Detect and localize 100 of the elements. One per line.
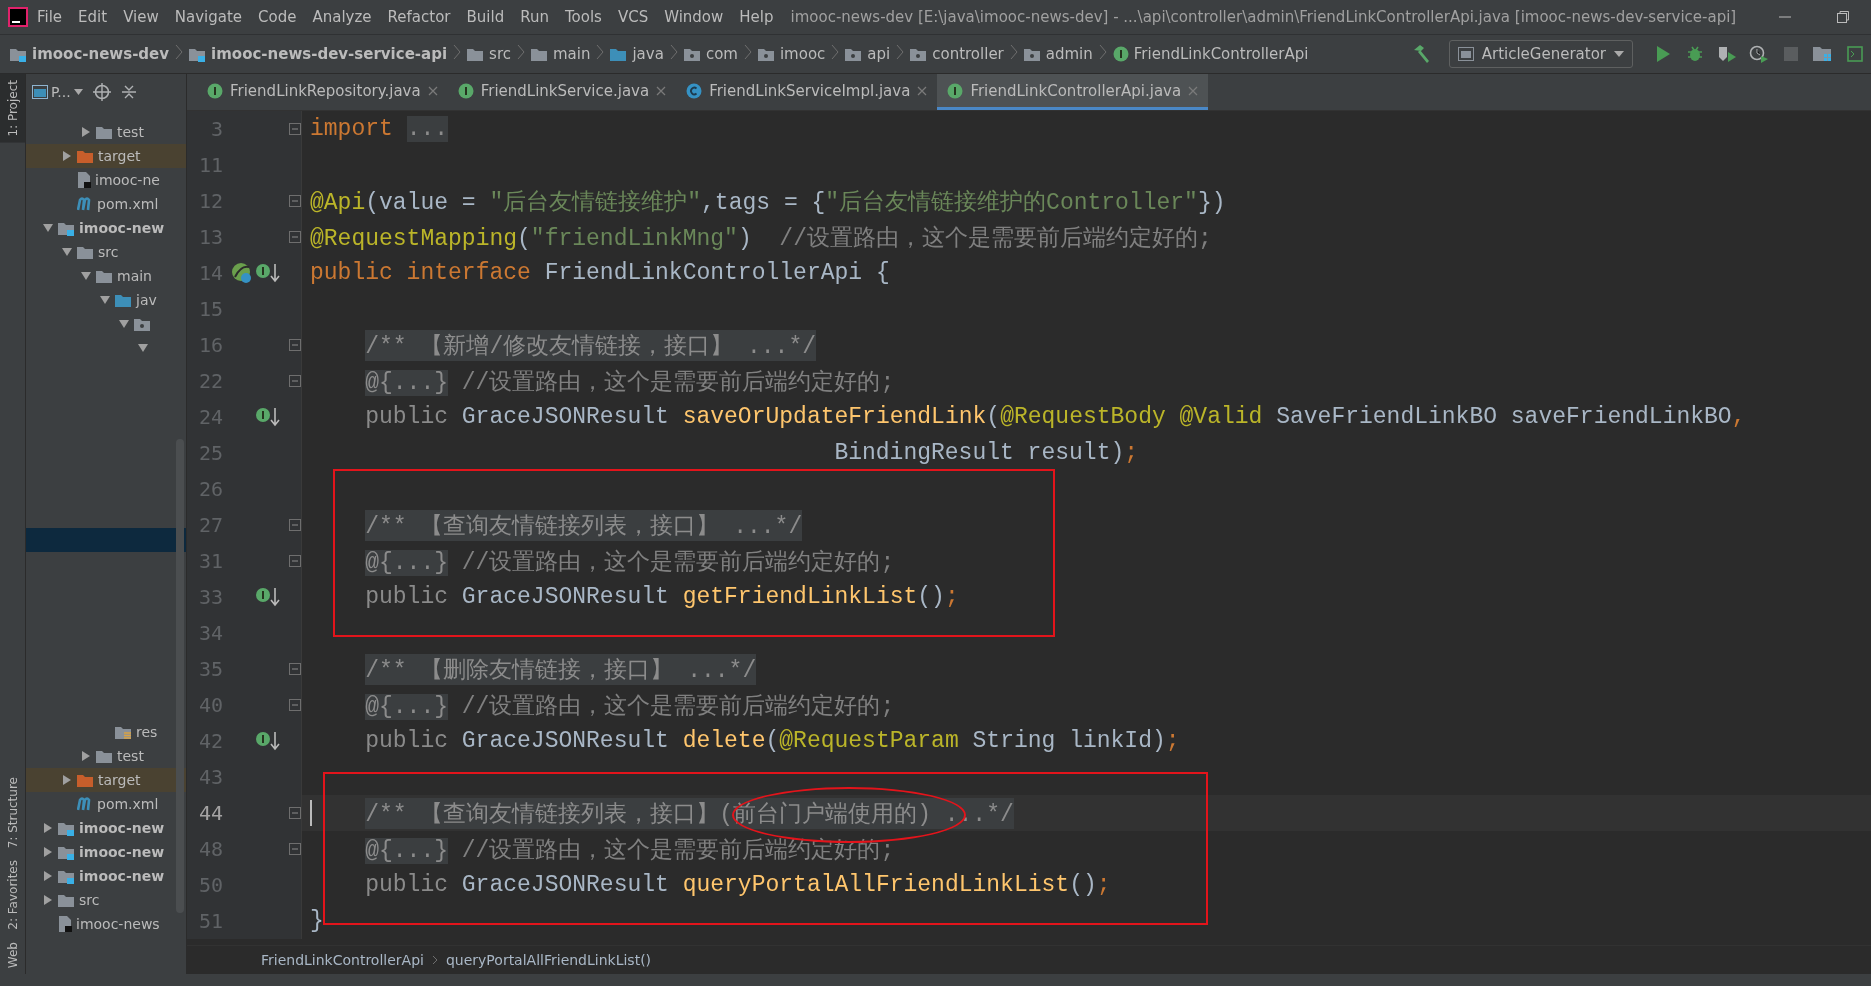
implemented-method-icon[interactable] <box>255 406 281 428</box>
fold-marker-icon[interactable] <box>289 195 301 207</box>
tool-window-tab[interactable]: 1: Project <box>0 74 25 143</box>
path-crumb[interactable]: admin <box>1023 45 1093 63</box>
menu-item[interactable]: Edit <box>71 8 115 26</box>
expanded-arrow-icon[interactable] <box>137 342 149 354</box>
path-crumb[interactable]: main <box>530 45 591 63</box>
collapsed-arrow-icon[interactable] <box>42 846 54 858</box>
run-configuration-dropdown[interactable]: ArticleGenerator <box>1448 40 1633 68</box>
tool-window-tab[interactable]: Web <box>0 935 25 974</box>
menu-item[interactable]: View <box>116 8 166 26</box>
tree-item-label[interactable]: imooc-news <box>76 916 160 932</box>
collapsed-arrow-icon[interactable] <box>80 750 92 762</box>
fold-marker-icon[interactable] <box>289 555 301 567</box>
breadcrumb[interactable]: FriendLinkControllerApi <box>261 952 424 968</box>
file-tab[interactable]: FriendLinkRepository.java <box>197 74 448 110</box>
tree-item-label[interactable]: imooc-new <box>79 868 165 884</box>
menu-item[interactable]: Navigate <box>167 8 250 26</box>
path-crumb[interactable]: imooc <box>757 45 826 63</box>
menu-item[interactable]: Run <box>513 8 556 26</box>
collapsed-arrow-icon[interactable] <box>42 894 54 906</box>
menu-item[interactable]: Window <box>657 8 731 26</box>
tree-item-label[interactable]: pom.xml <box>97 196 159 212</box>
path-crumb[interactable]: imooc-news-dev <box>10 45 170 63</box>
close-icon[interactable] <box>917 85 928 96</box>
excluded-tree-row[interactable]: target <box>26 768 186 792</box>
excluded-tree-row[interactable]: target <box>26 144 186 168</box>
tree-item-label[interactable]: test <box>117 124 144 140</box>
fold-marker-icon[interactable] <box>289 123 301 135</box>
implemented-method-icon[interactable] <box>255 262 281 284</box>
terminal-icon[interactable] <box>1847 46 1863 62</box>
tree-item-label[interactable]: res <box>136 724 158 740</box>
collapsed-arrow-icon[interactable] <box>80 126 92 138</box>
path-crumb[interactable]: java <box>610 45 664 63</box>
expanded-arrow-icon[interactable] <box>42 222 54 234</box>
tree-item-label[interactable]: target <box>98 148 141 164</box>
collapsed-arrow-icon[interactable] <box>42 870 54 882</box>
collapsed-arrow-icon[interactable] <box>42 822 54 834</box>
fold-marker-icon[interactable] <box>289 339 301 351</box>
file-tab[interactable]: FriendLinkServiceImpl.java <box>676 74 938 110</box>
coverage-icon[interactable] <box>1717 45 1737 63</box>
locate-icon[interactable] <box>92 83 111 101</box>
fold-marker-icon[interactable] <box>289 807 301 819</box>
profiler-icon[interactable] <box>1749 44 1769 64</box>
debug-icon[interactable] <box>1686 45 1704 63</box>
menu-item[interactable]: Tools <box>557 8 609 26</box>
menu-item[interactable]: Refactor <box>380 8 458 26</box>
restore-icon[interactable] <box>1836 10 1850 24</box>
close-icon[interactable] <box>427 85 438 96</box>
implemented-method-icon[interactable] <box>255 730 281 752</box>
tree-item-label[interactable]: main <box>117 268 152 284</box>
close-icon[interactable] <box>656 85 667 96</box>
file-tab[interactable]: FriendLinkControllerApi.java <box>937 74 1209 110</box>
tree-item-label[interactable]: test <box>117 748 144 764</box>
module-folder-icon <box>10 46 27 62</box>
expanded-arrow-icon[interactable] <box>80 270 92 282</box>
tree-item-label[interactable]: src <box>98 244 119 260</box>
project-structure-icon[interactable] <box>1813 45 1833 63</box>
menu-item[interactable]: Build <box>459 8 512 26</box>
tool-window-tab[interactable]: 7: Structure <box>0 770 25 855</box>
tool-window-tab[interactable]: 2: Favorites <box>0 854 25 936</box>
path-crumb[interactable]: src <box>467 45 511 63</box>
tree-item-label[interactable]: jav <box>136 292 157 308</box>
code-line: @Api(value = "后台友情链接维护",tags = {"后台友情链接维护的Controller"}) <box>310 188 1226 217</box>
tree-item-label[interactable]: imooc-ne <box>95 172 160 188</box>
tree-item-label[interactable]: imooc-new <box>79 820 165 836</box>
spring-bean-icon[interactable] <box>231 262 253 284</box>
tree-item-label[interactable]: target <box>98 772 141 788</box>
tree-item-label[interactable]: pom.xml <box>97 796 159 812</box>
file-tab[interactable]: FriendLinkService.java <box>447 74 677 110</box>
scrollbar-thumb[interactable] <box>176 439 184 913</box>
menu-item[interactable]: File <box>30 8 70 26</box>
expanded-arrow-icon[interactable] <box>99 294 111 306</box>
menu-item[interactable]: Help <box>732 8 781 26</box>
fold-marker-icon[interactable] <box>289 375 301 387</box>
tree-item-label[interactable]: src <box>79 892 100 908</box>
fold-marker-icon[interactable] <box>289 699 301 711</box>
menu-item[interactable]: Code <box>251 8 304 26</box>
fold-marker-icon[interactable] <box>289 519 301 531</box>
fold-marker-icon[interactable] <box>289 231 301 243</box>
expanded-arrow-icon[interactable] <box>118 318 130 330</box>
path-crumb[interactable]: com <box>683 45 738 63</box>
breadcrumb[interactable]: queryPortalAllFriendLinkList() <box>445 952 652 968</box>
fold-marker-icon[interactable] <box>289 663 301 675</box>
path-crumb[interactable]: imooc-news-dev-service-api <box>189 45 448 63</box>
path-crumb[interactable]: api <box>845 45 891 63</box>
collapsed-arrow-icon[interactable] <box>61 150 73 162</box>
tree-item-label[interactable]: imooc-new <box>79 844 165 860</box>
path-crumb[interactable]: FriendLinkControllerApi <box>1112 45 1309 63</box>
view-dropdown[interactable]: P... <box>32 84 83 100</box>
implemented-method-icon[interactable] <box>255 586 281 608</box>
fold-marker-icon[interactable] <box>289 843 301 855</box>
collapsed-arrow-icon[interactable] <box>61 774 73 786</box>
tree-item-label[interactable]: imooc-new <box>79 220 165 236</box>
expanded-arrow-icon[interactable] <box>61 246 73 258</box>
menu-item[interactable]: VCS <box>610 8 656 26</box>
run-icon[interactable] <box>1655 45 1671 63</box>
menu-item[interactable]: Analyze <box>305 8 379 26</box>
path-crumb[interactable]: controller <box>910 45 1004 63</box>
collapse-all-icon[interactable] <box>120 84 137 100</box>
